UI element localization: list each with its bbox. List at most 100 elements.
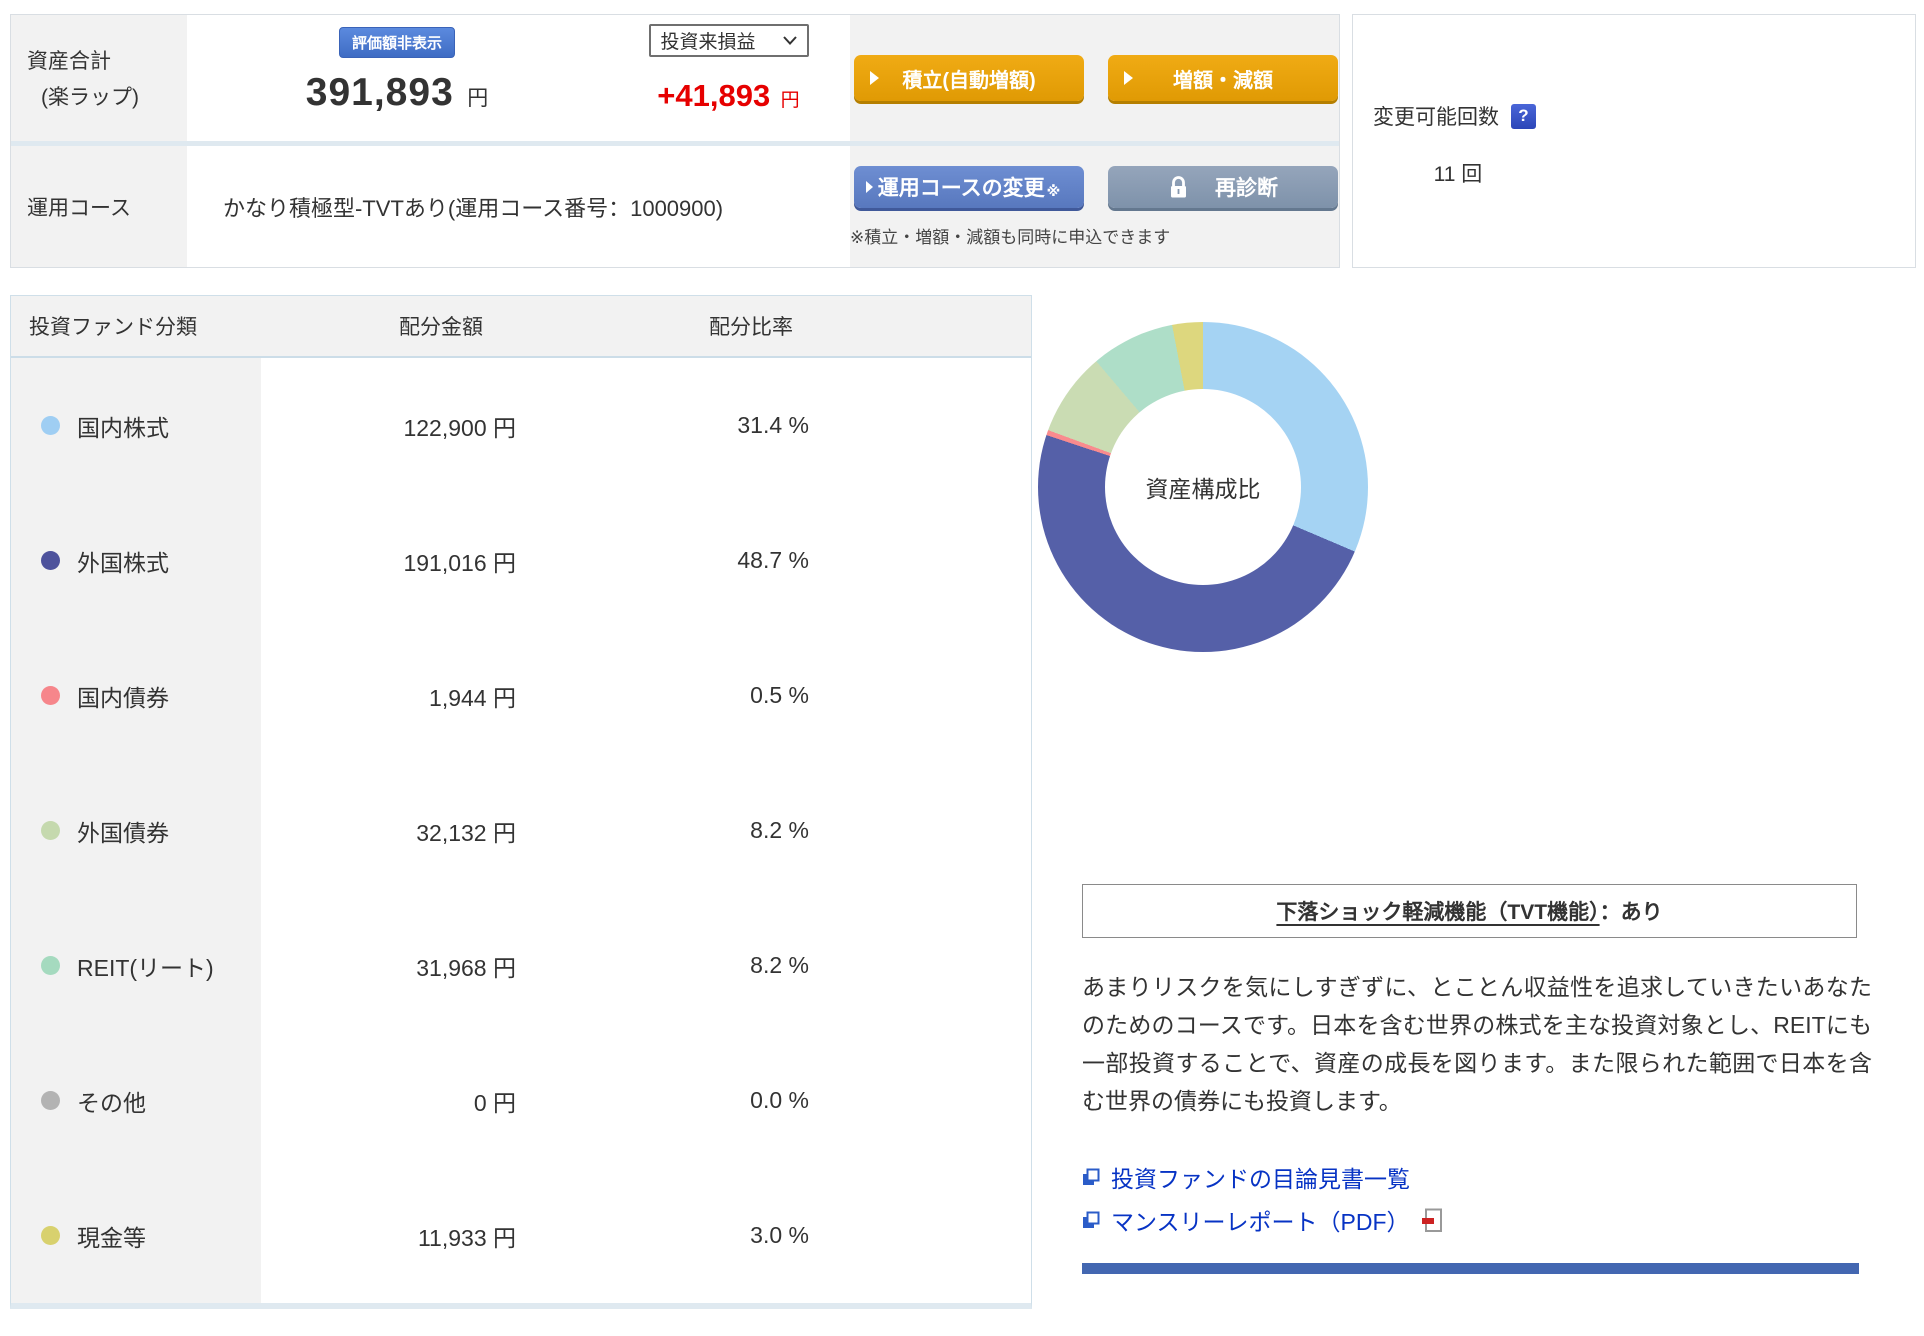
row-label: 外国債券: [77, 814, 169, 848]
prospectus-link[interactable]: 投資ファンドの目論見書一覧: [1111, 1160, 1410, 1194]
fund-allocation-table: 投資ファンド分類 配分金額 配分比率 国内株式 122,900 円 31.4 %…: [10, 295, 1032, 1309]
new-window-icon: [1082, 1168, 1100, 1186]
row-label: 国内株式: [77, 409, 169, 443]
legend-dot-icon: [41, 956, 60, 975]
donut-center-label: 資産構成比: [1105, 389, 1301, 585]
row-amount: 32,132 円: [261, 763, 621, 898]
asset-total-sublabel: (楽ラップ): [27, 81, 187, 111]
document-links: 投資ファンドの目論見書一覧 マンスリーレポート（PDF）: [1082, 1160, 1916, 1237]
legend-dot-icon: [41, 416, 60, 435]
change-count-value: 11 回: [1373, 158, 1543, 188]
legend-dot-icon: [41, 1091, 60, 1110]
pdf-icon: [1421, 1208, 1443, 1233]
table-row: 現金等 11,933 円 3.0 %: [11, 1168, 1031, 1303]
asset-total-amount: 391,893: [306, 71, 454, 114]
course-label: 運用コース: [27, 192, 187, 222]
row-ratio: 0.0 %: [621, 1033, 881, 1168]
hide-valuation-badge[interactable]: 評価額非表示: [339, 27, 455, 58]
top-summary-area: 資産合計 (楽ラップ) 評価額非表示 391,893 円 投資来損益 +: [10, 14, 1916, 268]
change-count-label: 変更可能回数: [1373, 101, 1499, 131]
tvt-feature-title: 下落ショック軽減機能（TVT機能）: [1276, 901, 1599, 924]
course-label-cell: 運用コース: [11, 146, 187, 267]
table-row: その他 0 円 0.0 %: [11, 1033, 1031, 1168]
legend-dot-icon: [41, 551, 60, 570]
row-amount: 191,016 円: [261, 493, 621, 628]
header-ratio: 配分比率: [621, 311, 881, 341]
header-amount: 配分金額: [261, 311, 621, 341]
profit-unit: 円: [781, 90, 800, 111]
help-icon[interactable]: ?: [1511, 104, 1536, 129]
profit-period-value: 投資来損益: [661, 27, 756, 54]
table-row: 外国債券 32,132 円 8.2 %: [11, 763, 1031, 898]
profit-cell: 投資来損益 +41,893 円: [607, 15, 850, 141]
course-detail-column: 資産構成比 下落ショック軽減機能（TVT機能）：あり あまりリスクを気にしすぎず…: [1032, 295, 1916, 1309]
course-change-button[interactable]: 運用コースの変更 ※: [854, 166, 1084, 208]
row-ratio: 3.0 %: [621, 1168, 881, 1303]
row-ratio: 31.4 %: [621, 358, 881, 493]
course-change-button-label: 運用コースの変更: [878, 172, 1045, 202]
chevron-down-icon: [783, 36, 797, 45]
profit-amount: +41,893: [657, 78, 770, 113]
monthly-report-link-row: マンスリーレポート（PDF）: [1082, 1203, 1916, 1237]
row-label: 国内債券: [77, 679, 169, 713]
row-label: REIT(リート): [77, 949, 214, 983]
table-row: 国内債券 1,944 円 0.5 %: [11, 628, 1031, 763]
new-window-icon: [1082, 1211, 1100, 1229]
triangle-icon: [866, 181, 873, 193]
row-amount: 1,944 円: [261, 628, 621, 763]
table-row: 外国株式 191,016 円 48.7 %: [11, 493, 1031, 628]
tsumitate-button-label: 積立(自動増額): [902, 64, 1035, 93]
monthly-report-link[interactable]: マンスリーレポート（PDF）: [1111, 1203, 1410, 1237]
course-value-cell: かなり積極型-TVTあり(運用コース番号：1000900): [187, 146, 850, 267]
prospectus-link-row: 投資ファンドの目論見書一覧: [1082, 1160, 1916, 1194]
asset-total-cell: 評価額非表示 391,893 円: [187, 15, 607, 141]
asset-total-row: 資産合計 (楽ラップ) 評価額非表示 391,893 円 投資来損益 +: [11, 15, 1339, 141]
row-ratio: 8.2 %: [621, 763, 881, 898]
allocation-area: 投資ファンド分類 配分金額 配分比率 国内株式 122,900 円 31.4 %…: [10, 295, 1916, 1309]
zougaku-gengaku-button-label: 増額・減額: [1173, 64, 1273, 93]
rediagnosis-button[interactable]: 再診断: [1108, 166, 1338, 208]
row-label: 現金等: [77, 1219, 146, 1253]
row-amount: 0 円: [261, 1033, 621, 1168]
tvt-feature-status: ：あり: [1600, 901, 1663, 924]
asset-total-line: 391,893 円: [306, 71, 488, 115]
triangle-icon: [1124, 71, 1133, 85]
change-count-box: 変更可能回数 ? 11 回: [1352, 14, 1916, 268]
change-count-label-row: 変更可能回数 ?: [1373, 101, 1915, 131]
row-amount: 11,933 円: [261, 1168, 621, 1303]
rediagnosis-button-label: 再診断: [1215, 172, 1278, 202]
legend-dot-icon: [41, 821, 60, 840]
asset-summary-box: 資産合計 (楽ラップ) 評価額非表示 391,893 円 投資来損益 +: [10, 14, 1340, 268]
asset-total-unit: 円: [467, 87, 488, 110]
header-category: 投資ファンド分類: [11, 311, 261, 341]
row-ratio: 8.2 %: [621, 898, 881, 1033]
row-label: その他: [77, 1084, 146, 1118]
row-amount: 122,900 円: [261, 358, 621, 493]
next-section-bar: [1082, 1263, 1859, 1274]
course-change-note-mark: ※: [1047, 183, 1061, 200]
tsumitate-button[interactable]: 積立(自動増額): [854, 55, 1084, 101]
table-row: REIT(リート) 31,968 円 8.2 %: [11, 898, 1031, 1033]
row-ratio: 48.7 %: [621, 493, 881, 628]
triangle-icon: [870, 71, 879, 85]
course-description: あまりリスクを気にしすぎずに、とことん収益性を追求していきたいあなたのためのコー…: [1082, 968, 1872, 1120]
simultaneous-application-note: ※積立・増額・減額も同時に申込できます: [850, 223, 1339, 248]
legend-dot-icon: [41, 686, 60, 705]
row-amount: 31,968 円: [261, 898, 621, 1033]
course-row: 運用コース かなり積極型-TVTあり(運用コース番号：1000900) 運用コー…: [11, 146, 1339, 267]
course-buttons-row: 運用コースの変更 ※ 再診断: [850, 166, 1339, 208]
course-value: かなり積極型-TVTあり(運用コース番号：1000900): [223, 191, 723, 223]
asset-donut-chart: 資産構成比: [1038, 322, 1368, 652]
top-buttons-cell: 積立(自動増額) 増額・減額: [850, 15, 1339, 141]
zougaku-gengaku-button[interactable]: 増額・減額: [1108, 55, 1338, 101]
row-label: 外国株式: [77, 544, 169, 578]
row-ratio: 0.5 %: [621, 628, 881, 763]
lock-icon: [1168, 176, 1189, 199]
table-header: 投資ファンド分類 配分金額 配分比率: [11, 296, 1031, 358]
profit-line: +41,893 円: [657, 78, 799, 114]
asset-total-label: 資産合計: [27, 45, 187, 75]
course-buttons-cell: 運用コースの変更 ※ 再診断 ※積立・: [850, 146, 1339, 267]
asset-total-label-cell: 資産合計 (楽ラップ): [11, 15, 187, 141]
table-row: 国内株式 122,900 円 31.4 %: [11, 358, 1031, 493]
profit-period-select[interactable]: 投資来損益: [649, 24, 809, 57]
